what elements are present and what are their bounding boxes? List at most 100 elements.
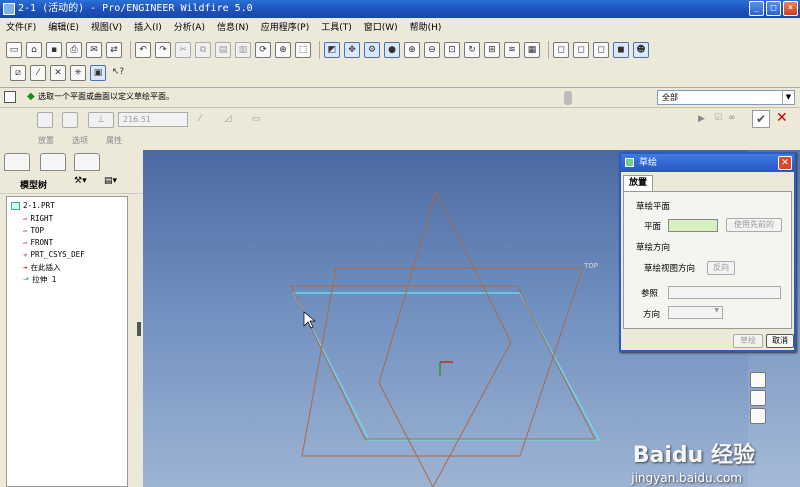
display-style-icon[interactable]: ● — [384, 42, 400, 58]
reorient-icon[interactable]: ↻ — [464, 42, 480, 58]
menu-edit[interactable]: 编辑(E) — [48, 19, 79, 37]
zoom-out-icon[interactable]: ⊖ — [424, 42, 440, 58]
menu-analysis[interactable]: 分析(A) — [174, 19, 205, 37]
flip-direction-icon[interactable]: ⁄ — [192, 112, 208, 128]
use-previous-button[interactable]: 使用先前的 — [726, 218, 782, 232]
menu-help[interactable]: 帮助(H) — [410, 19, 442, 37]
thicken-icon[interactable]: ▭ — [248, 112, 264, 128]
surface-icon[interactable] — [62, 112, 78, 128]
datum-plane-display-icon[interactable]: ⧄ — [10, 65, 26, 81]
annotation-display-icon[interactable]: ▣ — [90, 65, 106, 81]
dialog-close-icon[interactable]: ✕ — [778, 156, 792, 170]
glasses-icon[interactable]: ∞ — [728, 113, 736, 123]
tree-item-right[interactable]: ▱ RIGHT — [23, 214, 53, 223]
email-icon[interactable]: ✉ — [86, 42, 102, 58]
tree-item-top[interactable]: ▱ TOP — [23, 226, 44, 235]
csys-display-icon[interactable]: ✳ — [70, 65, 86, 81]
spin-center-icon[interactable]: ✥ — [344, 42, 360, 58]
datum-axis-display-icon[interactable]: ⁄ — [30, 65, 46, 81]
depth-option-icon[interactable]: ⊥ — [88, 112, 114, 128]
open-folder-icon[interactable]: ⌂ — [26, 42, 42, 58]
smart-filter-select[interactable]: 全部 ▼ — [657, 90, 795, 105]
cancel-x-icon[interactable]: ✕ — [776, 110, 788, 126]
paste-special-icon[interactable]: ▥ — [235, 42, 251, 58]
direction-select[interactable]: ▼ — [668, 306, 723, 319]
hidden-line-icon[interactable]: ◻ — [573, 42, 589, 58]
cut-icon[interactable]: ✂ — [175, 42, 191, 58]
redo-icon[interactable]: ↷ — [155, 42, 171, 58]
tree-item-extrude[interactable]: ⬏ 拉伸 1 — [23, 274, 56, 285]
undo-icon[interactable]: ↶ — [135, 42, 151, 58]
sketch-dialog: 草绘 ✕ 放置 草绘平面 平面 使用先前的 草绘方向 草绘视图方向 反向 参照 … — [619, 152, 796, 352]
enhanced-realism-icon[interactable]: ☻ — [633, 42, 649, 58]
flip-button[interactable]: 反向 — [707, 261, 735, 275]
print-icon[interactable]: ⎙ — [66, 42, 82, 58]
minimize-button[interactable]: _ — [749, 1, 764, 16]
sketch-button[interactable]: 草绘 — [733, 334, 763, 348]
regenerate-icon[interactable]: ⟳ — [255, 42, 271, 58]
save-icon[interactable]: ▪ — [46, 42, 62, 58]
refit-icon[interactable]: ⊡ — [444, 42, 460, 58]
no-hidden-icon[interactable]: ◻ — [593, 42, 609, 58]
merge-icon[interactable] — [750, 390, 766, 406]
reference-collector[interactable] — [668, 286, 781, 299]
favorites-tab-icon[interactable] — [74, 153, 100, 171]
tree-item-insert-here[interactable]: ➔ 在此插入 — [23, 262, 61, 273]
tree-item-label: TOP — [30, 226, 45, 235]
menu-info[interactable]: 信息(N) — [217, 19, 249, 37]
mirror-icon[interactable] — [750, 372, 766, 388]
tab-placement[interactable]: 放置 — [38, 135, 54, 146]
tree-settings-icon[interactable]: ⚒▾ — [74, 176, 87, 186]
tree-item-front[interactable]: ▱ FRONT — [23, 238, 53, 247]
menu-applications[interactable]: 应用程序(P) — [261, 19, 309, 37]
shading-icon[interactable]: ◼ — [613, 42, 629, 58]
tree-item-part[interactable]: 2-1.PRT — [11, 201, 55, 210]
datum-point-display-icon[interactable]: ✕ — [50, 65, 66, 81]
trim-icon[interactable] — [750, 408, 766, 424]
menu-view[interactable]: 视图(V) — [91, 19, 122, 37]
preview-check-icon[interactable]: ☑ — [714, 113, 722, 123]
find-icon[interactable]: ⊕ — [275, 42, 291, 58]
menu-tools[interactable]: 工具(T) — [321, 19, 352, 37]
maximize-button[interactable]: □ — [766, 1, 781, 16]
menu-file[interactable]: 文件(F) — [6, 19, 36, 37]
toolbar-divider — [319, 41, 320, 59]
folder-browser-tab-icon[interactable] — [40, 153, 66, 171]
repaint-icon[interactable]: ◩ — [324, 42, 340, 58]
plane-tag-top: TOP — [583, 262, 598, 270]
copy-icon[interactable]: ⧉ — [195, 42, 211, 58]
saved-views-icon[interactable]: ⊞ — [484, 42, 500, 58]
tab-options[interactable]: 选项 — [72, 135, 88, 146]
wireframe-icon[interactable]: ◻ — [553, 42, 569, 58]
menu-window[interactable]: 窗口(W) — [364, 19, 398, 37]
select-box-icon[interactable]: ⬚ — [295, 42, 311, 58]
message-log-icon[interactable] — [4, 91, 16, 103]
layers-icon[interactable]: ≋ — [504, 42, 520, 58]
remove-material-icon[interactable]: ◿ — [220, 112, 236, 128]
paste-icon[interactable]: ▤ — [215, 42, 231, 58]
prompt-message: 选取一个平面或曲面以定义草绘平面。 — [38, 92, 174, 101]
close-button[interactable]: × — [783, 1, 798, 16]
tree-item-csys[interactable]: ✳ PRT_CSYS_DEF — [23, 250, 85, 259]
tab-placement-dialog[interactable]: 放置 — [623, 175, 653, 191]
cancel-button[interactable]: 取消 — [766, 334, 794, 348]
tab-properties[interactable]: 属性 — [106, 135, 122, 146]
send-icon[interactable]: ⇄ — [106, 42, 122, 58]
apply-check-icon[interactable]: ✔ — [752, 110, 770, 128]
zoom-in-icon[interactable]: ⊕ — [404, 42, 420, 58]
context-help-icon[interactable]: ↖? — [110, 65, 126, 81]
view-manager-icon[interactable]: ▦ — [524, 42, 540, 58]
preview-outline — [292, 292, 601, 441]
orient-icon[interactable]: ⚙ — [364, 42, 380, 58]
new-file-icon[interactable]: ▭ — [6, 42, 22, 58]
menu-insert[interactable]: 插入(I) — [134, 19, 162, 37]
plane-collector[interactable] — [668, 219, 718, 232]
sketch-plane-heading: 草绘平面 — [636, 202, 671, 212]
main-toolbar: ▭ ⌂ ▪ ⎙ ✉ ⇄ ↶ ↷ ✂ ⧉ ▤ ▥ ⟳ ⊕ ⬚ ◩ ✥ ⚙ ● ⊕ … — [6, 39, 653, 61]
depth-input[interactable]: 216.51 — [118, 112, 188, 127]
model-tree-tab-icon[interactable] — [4, 153, 30, 171]
solid-icon[interactable] — [37, 112, 53, 128]
navigator-sash[interactable] — [137, 322, 141, 336]
show-menu-icon[interactable]: ▤▾ — [104, 176, 117, 186]
pause-icon[interactable]: ▶ — [698, 114, 705, 124]
